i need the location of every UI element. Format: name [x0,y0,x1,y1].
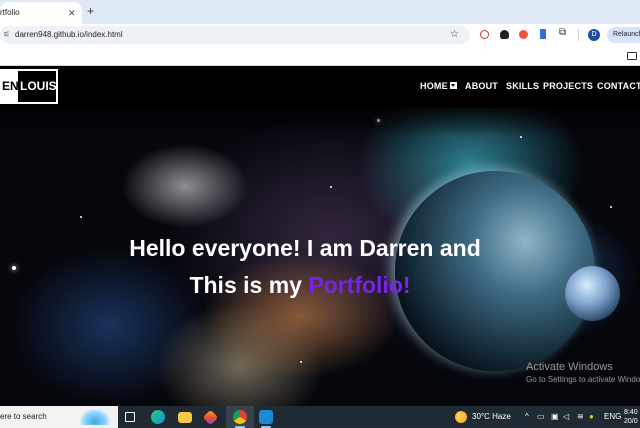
planet-image [395,171,595,371]
hero-prefix: This is my [189,272,309,298]
nav-projects[interactable]: PROJECTS [543,81,593,91]
tab-title: rtfolio [0,8,20,17]
chevron-up-icon[interactable]: ^ [525,406,529,428]
browser-tabstrip: rtfolio ✕ + [0,0,640,24]
hero-heading-line-2: This is my Portfolio! [0,272,620,299]
portfolio-page: EN LOUIS HOME ABOUT SKILLS PROJECTS CONT… [0,66,640,406]
profile-avatar[interactable]: D [588,29,600,41]
star-decoration [330,186,332,188]
git-client-icon[interactable] [202,409,219,426]
browser-tab[interactable]: rtfolio ✕ [0,2,82,24]
bookmarks-bar [0,46,640,66]
toolbar-divider [578,29,579,41]
search-highlight-image [80,409,110,425]
extensions-puzzle-icon[interactable]: ⧉ [559,27,566,38]
weather-icon[interactable] [455,411,467,423]
battery-icon[interactable]: ▭ [537,406,545,428]
volume-icon[interactable]: ◁ [563,406,569,428]
activate-windows-watermark: Activate Windows Go to Settings to activ… [526,361,640,384]
edge-icon[interactable] [151,410,165,424]
taskbar-clock[interactable]: 8:40 20/0 [624,408,638,426]
bookmark-star-icon[interactable]: ☆ [450,26,459,44]
language-indicator[interactable]: ENG [604,406,621,428]
hero-heading-line-1: Hello everyone! I am Darren and [129,235,481,261]
shield-extension-icon[interactable] [519,30,528,39]
star-decoration [12,266,16,270]
blocker-extension-icon[interactable] [480,30,489,39]
close-icon[interactable]: ✕ [68,2,76,24]
site-navbar: EN LOUIS HOME ABOUT SKILLS PROJECTS CONT… [0,66,640,108]
bell-extension-icon[interactable] [500,30,509,39]
taskbar-search[interactable]: ere to search [0,406,118,428]
site-logo[interactable]: EN LOUIS [0,69,58,104]
file-explorer-icon[interactable] [178,412,192,423]
logo-first-name: EN [2,71,19,102]
star-decoration [300,361,302,363]
logo-last-name: LOUIS [20,79,57,93]
task-view-icon[interactable] [125,412,135,422]
nav-about[interactable]: ABOUT [465,81,498,91]
weather-text[interactable]: 30°C Haze [472,406,511,428]
wifi-icon[interactable]: ≋ [577,406,584,428]
star-decoration [80,216,82,218]
watermark-title: Activate Windows [526,361,613,373]
star-decoration [610,206,612,208]
url-text[interactable]: darren948.github.io/index.html [15,26,123,44]
meeting-icon[interactable]: ▣ [551,406,559,428]
address-bar[interactable]: ⚟ darren948.github.io/index.html ☆ [0,26,470,44]
nav-home-label: HOME [420,81,448,91]
star-decoration [520,136,522,138]
nav-contact[interactable]: CONTACT [597,81,640,91]
clock-time: 8:40 [624,409,638,416]
nav-home[interactable]: HOME [420,81,457,91]
security-icon[interactable]: ● [589,406,594,428]
nav-skills[interactable]: SKILLS [506,81,539,91]
new-tab-icon[interactable]: + [87,3,94,19]
vscode-icon[interactable] [259,410,273,424]
folder-icon[interactable] [627,52,637,60]
chevron-down-icon[interactable] [449,82,457,89]
clock-date: 20/0 [624,418,638,425]
browser-toolbar: ⚟ darren948.github.io/index.html ☆ ⧉ D R… [0,24,640,46]
search-placeholder: ere to search [0,412,47,421]
watermark-subtitle: Go to Settings to activate Windows. [526,375,640,384]
windows-taskbar: ere to search 30°C Haze ^ ▭ ▣ ◁ ≋ ● ENG … [0,406,640,428]
site-info-icon[interactable]: ⚟ [3,26,10,44]
relaunch-button[interactable]: Relaunch [607,27,640,43]
hero-accent-word: Portfolio! [308,272,411,298]
document-extension-icon[interactable] [540,29,546,39]
chrome-icon[interactable] [233,410,247,424]
